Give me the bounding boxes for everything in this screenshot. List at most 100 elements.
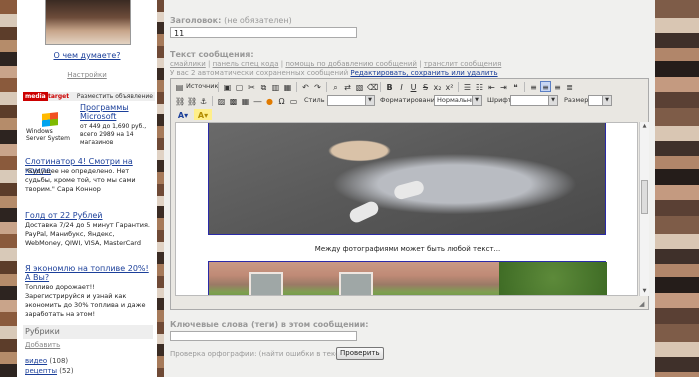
ad-microsoft[interactable]: Windows Server System Программы Microsof…: [23, 103, 155, 151]
underline-icon[interactable]: U: [408, 81, 419, 92]
style-select[interactable]: ▼: [327, 95, 375, 106]
ad-title[interactable]: Голд от 22 Рублей: [25, 211, 155, 220]
toolbar-row-1: ▤ Источник ▣ ▢ ✂ ⧉ ▥ ▦ ↶ ↷ ⌕ ⇄ ▧ ⌫ B I U…: [172, 80, 647, 94]
toolbar-row-3: A▾ A▾: [172, 108, 647, 122]
ad-title[interactable]: Программы Microsoft: [80, 103, 155, 121]
left-sidebar: О чем думаете? Настройки media target Ра…: [17, 0, 157, 377]
paste-text-icon[interactable]: ▦: [282, 81, 293, 92]
what-think-link[interactable]: О чем думаете?: [17, 51, 157, 60]
smiley-icon[interactable]: ●: [264, 95, 275, 106]
special-code-link[interactable]: панель спец кода: [213, 60, 279, 68]
editor-help-links: смайлики | панель спец кода | помощь по …: [170, 60, 502, 68]
avatar[interactable]: [45, 0, 131, 45]
place-ad-link[interactable]: Разместить объявление: [77, 92, 153, 101]
superscript-icon[interactable]: x²: [444, 81, 455, 92]
scroll-down-icon[interactable]: ▼: [640, 287, 649, 296]
smileys-link[interactable]: смайлики: [170, 60, 206, 68]
format-select[interactable]: Нормальный ▼: [434, 95, 482, 106]
replace-icon[interactable]: ⇄: [342, 81, 353, 92]
caption-text: Между фотографиями может быть любой текс…: [314, 245, 501, 253]
table-icon[interactable]: ▦: [240, 95, 251, 106]
resize-handle-icon[interactable]: ◢: [639, 300, 647, 308]
windows-flag-icon: [42, 112, 58, 127]
embedded-photo[interactable]: [208, 123, 606, 235]
undo-icon[interactable]: ↶: [300, 81, 311, 92]
remove-format-icon[interactable]: ⌫: [366, 81, 378, 92]
blockquote-icon[interactable]: ❝: [510, 81, 521, 92]
ad-title[interactable]: Я экономлю на топливе 20%! А Вы?: [25, 264, 155, 282]
size-select[interactable]: ▼: [588, 95, 612, 106]
title-input[interactable]: 11: [170, 27, 357, 38]
windows-server-logo: Windows Server System: [26, 112, 72, 143]
photo-detail: [249, 272, 283, 295]
align-right-icon[interactable]: ≡: [552, 81, 563, 92]
bulleted-list-icon[interactable]: ☷: [474, 81, 485, 92]
page-break-icon[interactable]: ▭: [288, 95, 299, 106]
scroll-up-icon[interactable]: ▲: [640, 122, 649, 131]
toolbar-separator: [296, 82, 297, 92]
cut-icon[interactable]: ✂: [246, 81, 257, 92]
special-char-icon[interactable]: Ω: [276, 95, 287, 106]
background-collage-middle: [157, 0, 164, 377]
translit-link[interactable]: транслит сообщения: [424, 60, 502, 68]
add-rubric-link[interactable]: Добавить: [25, 341, 60, 349]
media-logo[interactable]: media: [23, 92, 48, 101]
ad-header: media target Разместить объявление: [23, 92, 155, 101]
photo-detail: [347, 199, 381, 225]
rich-text-editor: ▤ Источник ▣ ▢ ✂ ⧉ ▥ ▦ ↶ ↷ ⌕ ⇄ ▧ ⌫ B I U…: [170, 78, 649, 310]
align-justify-icon[interactable]: ≣: [564, 81, 575, 92]
new-page-icon[interactable]: ▢: [234, 81, 245, 92]
align-left-icon[interactable]: ≡: [528, 81, 539, 92]
photo-detail: [339, 272, 373, 295]
outdent-icon[interactable]: ⇤: [486, 81, 497, 92]
italic-icon[interactable]: I: [396, 81, 407, 92]
rubric-item: видео (108): [25, 357, 68, 365]
autosave-edit-link[interactable]: Редактировать, сохранить или удалить: [350, 69, 497, 77]
unlink-icon[interactable]: ⛓: [186, 95, 197, 106]
ad-body: "Будущее не определено. Нет судьбы, кром…: [25, 167, 136, 193]
rubrics-heading: Рубрики: [23, 325, 153, 339]
help-link[interactable]: помощь по добавлению сообщений: [285, 60, 417, 68]
copy-icon[interactable]: ⧉: [258, 81, 269, 92]
scrollbar-thumb[interactable]: [641, 180, 648, 214]
target-logo[interactable]: target: [48, 92, 69, 101]
rubric-link[interactable]: видео: [25, 357, 47, 365]
flash-icon[interactable]: ▩: [228, 95, 239, 106]
subscript-icon[interactable]: x₂: [432, 81, 443, 92]
indent-icon[interactable]: ⇥: [498, 81, 509, 92]
background-color-icon[interactable]: A▾: [194, 109, 212, 120]
source-icon[interactable]: ▤: [174, 81, 185, 92]
image-icon[interactable]: ▨: [216, 95, 227, 106]
spell-check-text: Проверка орфографии: (найти ошибки в тек…: [170, 350, 351, 358]
text-color-icon[interactable]: A▾: [174, 109, 192, 120]
settings-link[interactable]: Настройки: [17, 71, 157, 79]
format-label: Форматирование: [380, 96, 439, 104]
toolbar-separator: [380, 82, 381, 92]
redo-icon[interactable]: ↷: [312, 81, 323, 92]
rubric-link[interactable]: рецепты: [25, 367, 57, 375]
windows-logo-text: Windows Server System: [26, 128, 70, 142]
font-select[interactable]: ▼: [510, 95, 558, 106]
numbered-list-icon[interactable]: ☰: [462, 81, 473, 92]
anchor-icon[interactable]: ⚓: [198, 95, 209, 106]
toolbar-separator: [326, 82, 327, 92]
strikethrough-icon[interactable]: S: [420, 81, 431, 92]
source-button-label[interactable]: Источник: [186, 82, 218, 90]
editor-scrollbar[interactable]: ▲ ▼: [639, 122, 649, 296]
bold-icon[interactable]: B: [384, 81, 395, 92]
save-icon[interactable]: ▣: [222, 81, 233, 92]
align-center-icon[interactable]: ≡: [540, 81, 551, 92]
horizontal-line-icon[interactable]: ―: [252, 95, 263, 106]
keywords-label: Ключевые слова (теги) в этом сообщении:: [170, 320, 369, 329]
message-label: Текст сообщения:: [170, 50, 254, 59]
select-all-icon[interactable]: ▧: [354, 81, 365, 92]
keywords-input[interactable]: [170, 331, 357, 341]
embedded-photo[interactable]: [208, 261, 607, 295]
paste-icon[interactable]: ▥: [270, 81, 281, 92]
chevron-down-icon: ▼: [602, 96, 611, 105]
link-icon[interactable]: ⛓: [174, 95, 185, 106]
check-button[interactable]: Проверить: [336, 347, 384, 360]
editor-content-area[interactable]: Между фотографиями может быть любой текс…: [175, 122, 638, 296]
find-icon[interactable]: ⌕: [330, 81, 341, 92]
background-collage-right: [655, 0, 699, 377]
